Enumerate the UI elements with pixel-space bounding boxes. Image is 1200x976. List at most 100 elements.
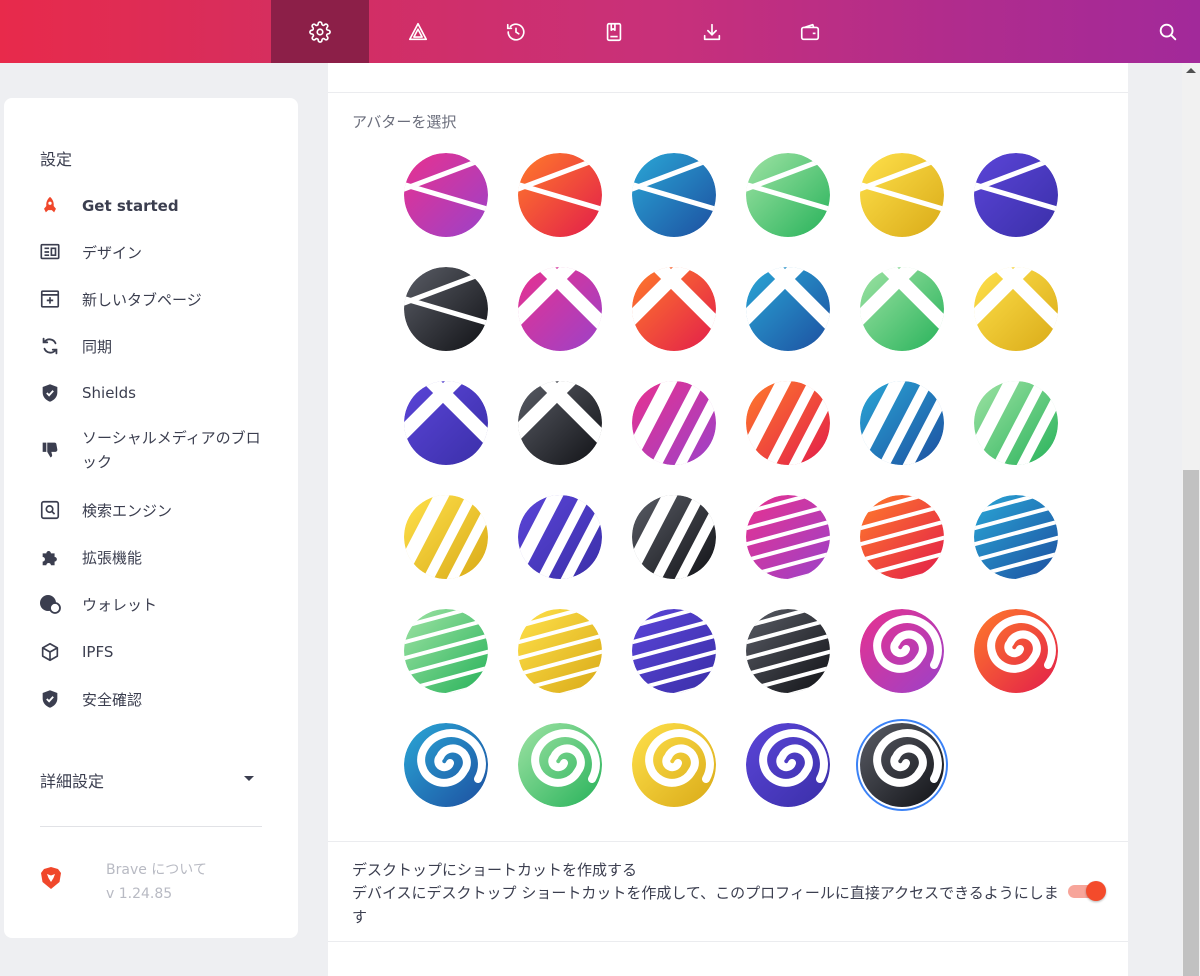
sidebar-item-shields[interactable]: Shields — [38, 381, 136, 405]
avatar-option[interactable] — [632, 267, 716, 351]
avatar-option[interactable] — [974, 153, 1058, 237]
avatar-image — [518, 381, 602, 465]
sidebar-item-sync[interactable]: 同期 — [38, 334, 112, 358]
sidebar-item-extensions[interactable]: 拡張機能 — [38, 545, 142, 569]
wallet-button[interactable] — [761, 0, 859, 63]
avatar-image — [746, 495, 830, 579]
sidebar-item-ipfs[interactable]: IPFS — [38, 640, 113, 664]
puzzle-icon — [38, 545, 62, 569]
avatar-option[interactable] — [404, 495, 488, 579]
gear-icon — [309, 20, 331, 43]
top-toolbar — [0, 0, 1200, 63]
avatar-image — [860, 723, 944, 807]
about-brave-link[interactable]: Brave について v 1.24.85 — [106, 858, 207, 906]
avatar-option[interactable] — [632, 609, 716, 693]
scroll-up-arrow-icon[interactable] — [1186, 68, 1196, 73]
avatar-option[interactable] — [404, 267, 488, 351]
avatar-option[interactable] — [632, 153, 716, 237]
sidebar-item-label: Get started — [82, 197, 179, 215]
avatar-option[interactable] — [518, 381, 602, 465]
avatar-image — [518, 723, 602, 807]
avatar-option[interactable] — [974, 381, 1058, 465]
avatar-option[interactable] — [860, 153, 944, 237]
sidebar-item-appearance[interactable]: デザイン — [38, 240, 142, 264]
sidebar-item-label: ウォレット — [82, 595, 158, 614]
settings-button[interactable] — [271, 0, 369, 63]
avatar-option[interactable] — [404, 609, 488, 693]
wallet-icon — [38, 592, 62, 616]
chevron-down-icon[interactable] — [244, 776, 254, 781]
avatar-option[interactable] — [632, 723, 716, 807]
avatar-option[interactable] — [746, 381, 830, 465]
sidebar-item-label: IPFS — [82, 643, 114, 661]
thumbs-down-icon — [38, 438, 62, 462]
avatar-option[interactable] — [404, 381, 488, 465]
avatar-option[interactable] — [746, 153, 830, 237]
avatar-option[interactable] — [746, 495, 830, 579]
wallet-icon — [800, 23, 820, 40]
history-button[interactable] — [467, 0, 565, 63]
avatar-image — [974, 267, 1058, 351]
bookmarks-button[interactable] — [565, 0, 663, 63]
avatar-image — [632, 723, 716, 807]
section-divider — [328, 941, 1128, 942]
search-button[interactable] — [1148, 0, 1188, 63]
avatar-image — [746, 609, 830, 693]
avatar-image — [746, 381, 830, 465]
sidebar-item-wallet[interactable]: ウォレット — [38, 592, 157, 616]
avatar-image — [404, 153, 488, 237]
avatar-image — [746, 267, 830, 351]
avatar-option[interactable] — [746, 609, 830, 693]
avatar-option[interactable] — [860, 495, 944, 579]
avatar-option[interactable] — [518, 267, 602, 351]
toggle-knob — [1086, 881, 1106, 901]
advanced-settings-toggle[interactable]: 詳細設定 — [40, 768, 104, 792]
avatar-image — [746, 153, 830, 237]
downloads-icon — [703, 23, 721, 40]
sidebar-item-safety-check[interactable]: 安全確認 — [38, 687, 142, 711]
avatar-option[interactable] — [860, 723, 944, 807]
avatar-option[interactable] — [746, 267, 830, 351]
avatar-option[interactable] — [404, 153, 488, 237]
avatar-option[interactable] — [518, 609, 602, 693]
avatar-option[interactable] — [746, 723, 830, 807]
shield-check-icon — [38, 687, 62, 711]
avatar-option[interactable] — [632, 495, 716, 579]
about-title: Brave について — [106, 862, 207, 878]
avatar-image — [974, 153, 1058, 237]
sync-icon — [38, 334, 62, 358]
search-engine-icon — [38, 498, 62, 522]
avatar-option[interactable] — [518, 495, 602, 579]
avatar-option[interactable] — [860, 267, 944, 351]
avatar-option[interactable] — [632, 381, 716, 465]
avatar-image — [518, 153, 602, 237]
avatar-image — [632, 267, 716, 351]
shortcut-description: デバイスにデスクトップ ショートカットを作成して、このプロフィールに直接アクセス… — [352, 884, 1059, 926]
brave-rewards-icon — [408, 22, 428, 40]
downloads-button[interactable] — [663, 0, 761, 63]
sidebar-item-new-tab-page[interactable]: 新しいタブページ — [38, 287, 202, 311]
sidebar-item-search-engine[interactable]: 検索エンジン — [38, 498, 172, 522]
sidebar-item-social-media-blocking[interactable]: ソーシャルメディアのブロック — [38, 426, 262, 474]
avatar-image — [404, 723, 488, 807]
avatar-option[interactable] — [860, 609, 944, 693]
avatar-option[interactable] — [518, 153, 602, 237]
appearance-icon — [38, 240, 62, 264]
avatar-option[interactable] — [860, 381, 944, 465]
scrollbar-thumb[interactable] — [1183, 470, 1199, 976]
avatar-option[interactable] — [518, 723, 602, 807]
section-divider — [328, 841, 1128, 842]
avatar-option[interactable] — [974, 267, 1058, 351]
avatar-image — [404, 609, 488, 693]
rewards-button[interactable] — [369, 0, 467, 63]
shortcut-toggle[interactable] — [1068, 881, 1106, 901]
avatar-image — [518, 495, 602, 579]
section-divider — [328, 92, 1128, 93]
avatar-image — [860, 381, 944, 465]
avatar-option[interactable] — [404, 723, 488, 807]
shield-icon — [38, 381, 62, 405]
sidebar-item-get-started[interactable]: Get started — [38, 194, 179, 218]
avatar-option[interactable] — [974, 609, 1058, 693]
avatar-image — [404, 267, 488, 351]
avatar-option[interactable] — [974, 495, 1058, 579]
